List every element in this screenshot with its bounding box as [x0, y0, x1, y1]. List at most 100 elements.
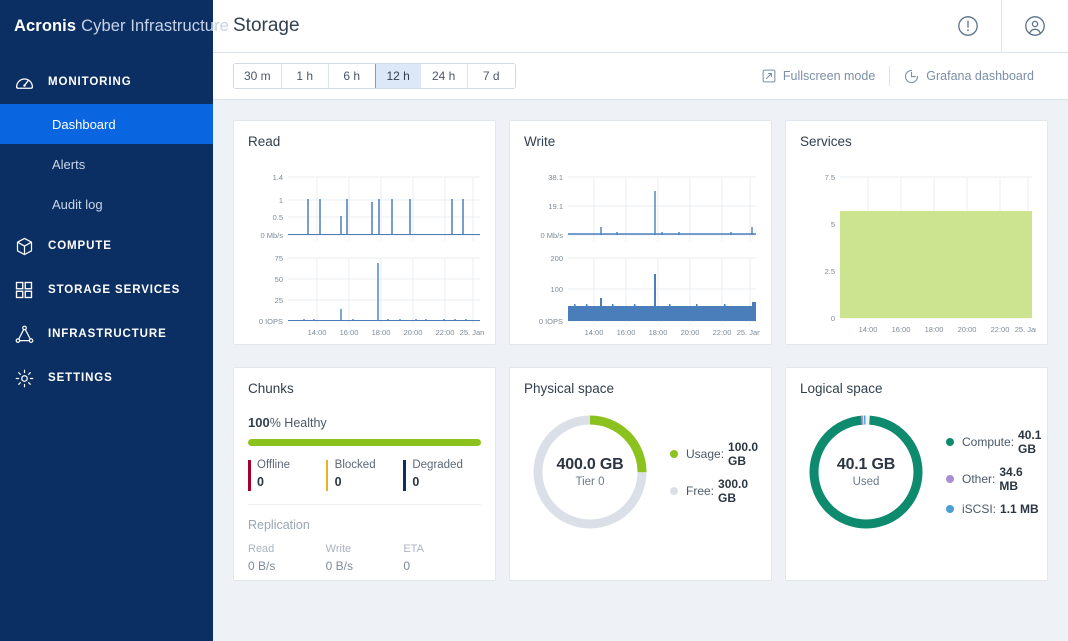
app-root: Acronis Cyber Infrastructure MONITORING … [0, 0, 1068, 641]
cube-icon [14, 236, 48, 257]
grafana-dashboard-button[interactable]: Grafana dashboard [890, 69, 1048, 84]
sidebar-item-infrastructure[interactable]: INFRASTRUCTURE [0, 312, 213, 356]
card-title: Logical space [800, 381, 1033, 396]
card-title: Services [800, 134, 1033, 149]
chunks-divider [248, 504, 481, 505]
sidebar: Acronis Cyber Infrastructure MONITORING … [0, 0, 213, 641]
ytick: 75 [275, 254, 283, 263]
chunks-health-bar [248, 439, 481, 446]
replication-title: Replication [248, 518, 481, 532]
svg-text:22:00: 22:00 [991, 325, 1010, 334]
ytick: 1.4 [273, 173, 283, 182]
grid-squares-icon [14, 280, 48, 300]
logical-legend: Compute: 40.1 GB Other: 34.6 MB iSCSI: 1… [946, 428, 1041, 516]
ytick: 7.5 [825, 173, 835, 182]
sidebar-item-label: COMPUTE [48, 240, 112, 252]
range-12h[interactable]: 12 h [375, 63, 422, 89]
sidebar-item-storage-services[interactable]: STORAGE SERVICES [0, 268, 213, 312]
physical-donut-svg [528, 410, 652, 534]
chunk-stat-degraded: Degraded 0 [403, 459, 481, 489]
ytick: 0 IOPS [259, 317, 283, 326]
sidebar-item-settings[interactable]: SETTINGS [0, 356, 213, 400]
range-6h[interactable]: 6 h [329, 64, 376, 88]
sidebar-item-compute[interactable]: COMPUTE [0, 224, 213, 268]
user-circle-icon[interactable] [1001, 0, 1068, 53]
card-physical-space: Physical space 400.0 GB Tier 0 [509, 367, 772, 581]
replication-label: Write [326, 543, 404, 555]
sidebar-item-label: INFRASTRUCTURE [48, 328, 167, 340]
physical-space-donut: 400.0 GB Tier 0 [528, 410, 652, 534]
ytick: 50 [275, 275, 283, 284]
brand-product: Cyber Infrastructure [81, 17, 229, 36]
sidebar-item-audit-log[interactable]: Audit log [0, 184, 213, 224]
chunks-health-pct: 100 [248, 415, 270, 430]
time-range-group: 30 m 1 h 6 h 12 h 24 h 7 d [233, 63, 516, 89]
gear-icon [14, 368, 48, 389]
sidebar-item-dashboard[interactable]: Dashboard [0, 104, 213, 144]
degraded-color-bar [403, 460, 406, 491]
physical-legend: Usage: 100.0 GB Free: 300.0 GB [670, 440, 758, 505]
legend-value: 100.0 GB [728, 440, 758, 468]
range-1h[interactable]: 1 h [282, 64, 329, 88]
svg-text:20:00: 20:00 [958, 325, 977, 334]
legend-label: iSCSI: [962, 502, 996, 516]
triangle-nodes-icon [14, 324, 48, 345]
sidebar-subitem-label: Dashboard [52, 117, 116, 132]
range-7d[interactable]: 7 d [468, 64, 515, 88]
write-xticks: 14:00 16:00 18:00 20:00 22:00 25. Jan [585, 328, 760, 337]
card-title: Chunks [248, 381, 481, 396]
replication-read: Read 0 B/s [248, 543, 326, 573]
sidebar-item-alerts[interactable]: Alerts [0, 144, 213, 184]
services-area [840, 211, 1032, 318]
top-bar: Storage [213, 0, 1068, 53]
card-title: Read [248, 134, 481, 149]
logical-space-body: 40.1 GB Used Compute: 40.1 GB Other: [800, 410, 1033, 534]
fullscreen-icon [762, 69, 776, 83]
legend-label: Free: [686, 484, 714, 498]
legend-item-free: Free: 300.0 GB [670, 477, 758, 505]
svg-text:16:00: 16:00 [617, 328, 636, 337]
sidebar-item-label: MONITORING [48, 76, 132, 88]
svg-text:16:00: 16:00 [340, 328, 359, 337]
ytick: 2.5 [825, 267, 835, 276]
legend-item-other: Other: 34.6 MB [946, 465, 1041, 493]
services-xticks: 14:00 16:00 18:00 20:00 22:00 25. Jan [859, 325, 1036, 334]
ytick: 0 Mb/s [540, 231, 563, 240]
ytick: 5 [831, 220, 835, 229]
chunk-stat-value: 0 [412, 475, 481, 489]
write-chart-svg: 38.1 19.1 0 Mb/s [524, 155, 760, 345]
gauge-icon [14, 72, 48, 93]
legend-label: Usage: [686, 447, 724, 461]
exclamation-circle-icon[interactable] [934, 0, 1001, 53]
legend-value: 300.0 GB [718, 477, 758, 505]
main-area: Storage [213, 0, 1068, 641]
sidebar-item-label: STORAGE SERVICES [48, 284, 180, 296]
range-30m[interactable]: 30 m [234, 64, 282, 88]
card-title: Physical space [524, 381, 757, 396]
range-24h[interactable]: 24 h [421, 64, 468, 88]
read-throughput-grid [288, 177, 480, 241]
write-throughput-grid [568, 177, 756, 241]
logical-compute-arc [814, 420, 918, 524]
svg-text:14:00: 14:00 [859, 325, 878, 334]
iscsi-dot-icon [946, 505, 954, 513]
svg-text:16:00: 16:00 [892, 325, 911, 334]
fullscreen-mode-button[interactable]: Fullscreen mode [748, 69, 889, 83]
top-bar-icons [934, 0, 1068, 53]
ytick: 100 [550, 285, 563, 294]
ytick: 0 Mb/s [260, 231, 283, 240]
replication-label: Read [248, 543, 326, 555]
replication-stats: Read 0 B/s Write 0 B/s ETA 0 [248, 543, 481, 573]
ytick: 38.1 [548, 173, 563, 182]
replication-eta: ETA 0 [403, 543, 481, 573]
legend-label: Compute: [962, 435, 1014, 449]
brand-logo[interactable]: Acronis Cyber Infrastructure [0, 0, 213, 53]
ytick: 0.5 [273, 213, 283, 222]
sidebar-subitem-label: Audit log [52, 197, 103, 212]
toolbar-actions: Fullscreen mode Grafana dashboard [748, 66, 1048, 86]
sidebar-nav: MONITORING Dashboard Alerts Audit log CO… [0, 53, 213, 400]
read-iops-grid [288, 258, 480, 325]
sidebar-item-monitoring[interactable]: MONITORING [0, 60, 213, 104]
blocked-color-bar [326, 460, 329, 491]
legend-item-usage: Usage: 100.0 GB [670, 440, 758, 468]
